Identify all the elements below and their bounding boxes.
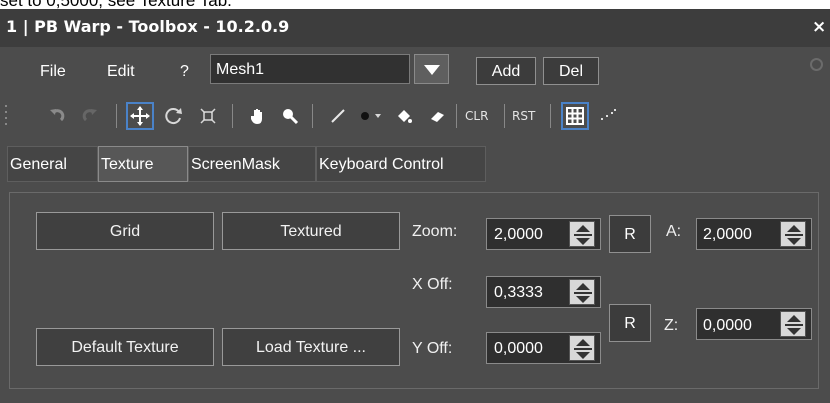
- xoff-label: X Off:: [412, 276, 453, 293]
- textured-button[interactable]: Textured: [222, 212, 400, 250]
- menu-edit[interactable]: Edit: [107, 63, 135, 81]
- grid-button[interactable]: Grid: [36, 212, 214, 250]
- toolbar-separator: [456, 104, 457, 128]
- zoom-icon[interactable]: [276, 102, 304, 130]
- spinner-arrows-icon: [574, 283, 592, 303]
- spinner-arrows-icon: [785, 225, 803, 245]
- zoom-spinner[interactable]: [569, 221, 595, 247]
- zoom-value: 2,0000: [494, 226, 543, 243]
- chevron-down-icon: [424, 65, 440, 75]
- dot-icon[interactable]: [356, 102, 384, 130]
- toolbar-separator: [504, 104, 505, 128]
- toolbar-separator: [550, 104, 551, 128]
- fill-icon[interactable]: [390, 102, 418, 130]
- spinner-arrows-icon: [574, 339, 592, 359]
- delete-mesh-button[interactable]: Del: [543, 57, 599, 85]
- zoom-reset-button[interactable]: R: [609, 215, 651, 253]
- yoff-spinner[interactable]: [569, 335, 595, 361]
- toolbar-separator: [232, 104, 233, 128]
- toolbar-separator: [312, 104, 313, 128]
- zoom-label: Zoom:: [412, 223, 458, 240]
- xoff-spinner[interactable]: [569, 279, 595, 305]
- xoff-value: 0,3333: [494, 284, 543, 301]
- a-label: A:: [666, 223, 682, 240]
- z-value: 0,0000: [703, 317, 752, 334]
- undo-icon[interactable]: [43, 102, 71, 130]
- default-texture-button[interactable]: Default Texture: [36, 328, 214, 366]
- add-mesh-button[interactable]: Add: [476, 57, 536, 85]
- menu-file[interactable]: File: [40, 63, 66, 81]
- yoff-label: Y Off:: [412, 340, 453, 357]
- reset-button[interactable]: RST: [512, 109, 535, 123]
- load-texture-button[interactable]: Load Texture ...: [222, 328, 400, 366]
- tab-screenmask[interactable]: ScreenMask: [188, 146, 316, 182]
- rotate-icon[interactable]: [160, 102, 188, 130]
- hand-icon[interactable]: [244, 102, 272, 130]
- mesh-select-value: Mesh1: [216, 61, 265, 78]
- eraser-icon[interactable]: [424, 102, 452, 130]
- a-spinner[interactable]: [780, 221, 806, 247]
- grid-icon[interactable]: [561, 102, 589, 130]
- z-label: Z:: [664, 317, 679, 334]
- z-spinner[interactable]: [780, 311, 806, 337]
- status-dot-icon: [810, 58, 823, 71]
- tab-texture[interactable]: Texture: [98, 146, 188, 182]
- line-icon[interactable]: [324, 102, 352, 130]
- caption-text: set to 0,5000, see Texture Tab.: [0, 0, 232, 10]
- a-value: 2,0000: [703, 226, 752, 243]
- menu-help[interactable]: ?: [180, 63, 189, 81]
- spinner-arrows-icon: [785, 315, 803, 335]
- yoff-value: 0,0000: [494, 340, 543, 357]
- clear-button[interactable]: CLR: [465, 109, 488, 123]
- tab-general[interactable]: General: [7, 146, 98, 182]
- spinner-arrows-icon: [574, 225, 592, 245]
- close-button[interactable]: ×: [812, 17, 826, 37]
- mesh-dropdown-button[interactable]: [414, 54, 449, 84]
- tab-keyboard-control[interactable]: Keyboard Control: [316, 146, 486, 182]
- window-title: 1 | PB Warp - Toolbox - 10.2.0.9: [6, 17, 290, 36]
- scale-icon[interactable]: [194, 102, 222, 130]
- toolbar-grip-icon[interactable]: [4, 104, 8, 128]
- offset-reset-button[interactable]: R: [609, 304, 651, 342]
- points-icon[interactable]: [594, 102, 622, 130]
- move-icon[interactable]: [126, 102, 154, 130]
- redo-icon[interactable]: [76, 102, 104, 130]
- toolbar-separator: [116, 104, 117, 128]
